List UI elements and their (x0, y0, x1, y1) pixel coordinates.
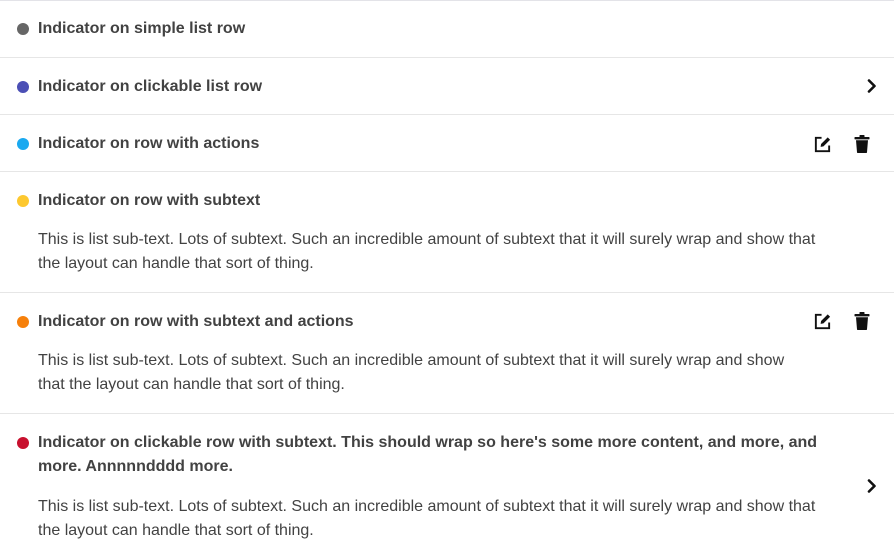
list-row-with-subtext: Indicator on row with subtext This is li… (0, 172, 894, 293)
trash-icon[interactable] (852, 134, 872, 154)
row-title: Indicator on row with actions (38, 135, 260, 152)
trash-icon[interactable] (852, 311, 872, 331)
row-title: Indicator on row with subtext and action… (38, 313, 354, 330)
chevron-right-icon (864, 478, 880, 494)
edit-icon[interactable] (812, 311, 832, 331)
edit-icon[interactable] (812, 134, 832, 154)
list-row-clickable-with-subtext[interactable]: Indicator on clickable row with subtext.… (0, 414, 894, 558)
list-row-with-subtext-and-actions: Indicator on row with subtext and action… (0, 293, 894, 414)
list-row-with-actions: Indicator on row with actions (0, 115, 894, 172)
chevron-right-icon (864, 78, 880, 94)
list-row-clickable[interactable]: Indicator on clickable list row (0, 58, 894, 115)
row-title: Indicator on row with subtext (38, 192, 261, 209)
row-subtext: This is list sub-text. Lots of subtext. … (38, 352, 785, 393)
row-subtext: This is list sub-text. Lots of subtext. … (38, 498, 816, 539)
list-row-simple: Indicator on simple list row (0, 1, 894, 58)
row-title: Indicator on simple list row (38, 20, 246, 37)
row-title: Indicator on clickable list row (38, 78, 263, 95)
row-subtext: This is list sub-text. Lots of subtext. … (38, 231, 816, 272)
indicator-list: Indicator on simple list row Indicator o… (0, 0, 894, 558)
row-title: Indicator on clickable row with subtext.… (38, 434, 818, 475)
